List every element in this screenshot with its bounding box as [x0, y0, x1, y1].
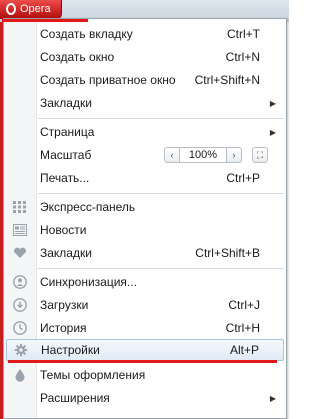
menu-item-shortcut: Ctrl+H — [225, 321, 260, 335]
menu-item-shortcut: Ctrl+J — [228, 298, 260, 312]
menu-item-page[interactable]: Страница ▶ — [4, 121, 286, 143]
news-icon — [12, 222, 28, 238]
menu-item-bookmarks[interactable]: Закладки Ctrl+Shift+B — [4, 242, 286, 264]
zoom-in-button[interactable]: › — [226, 147, 242, 163]
menu-item-label: Настройки — [41, 343, 100, 357]
fullscreen-button[interactable]: ⛶ — [252, 147, 268, 163]
grid-icon — [12, 199, 28, 215]
menu-item-label: Расширения — [40, 391, 110, 405]
submenu-arrow-icon: ▶ — [269, 393, 276, 403]
menu-item-shortcut: Ctrl+P — [226, 171, 260, 185]
menu-item-label: Страница — [40, 125, 95, 139]
menu-item-bookmarks-submenu[interactable]: Закладки ▶ — [4, 92, 286, 114]
menu-separator — [38, 268, 284, 269]
menu-item-themes[interactable]: Темы оформления — [4, 364, 286, 386]
user-icon — [12, 274, 28, 290]
submenu-arrow-icon: ▶ — [269, 98, 276, 108]
menu-item-shortcut: Alt+P — [229, 343, 259, 357]
menu-item-label: Новости — [40, 223, 87, 237]
menu-item-shortcut: Ctrl+Shift+N — [194, 73, 260, 87]
menu-item-label: Экспресс-панель — [40, 200, 136, 214]
menu-item-speed-dial[interactable]: Экспресс-панель — [4, 196, 286, 218]
menu-item-shortcut: Ctrl+T — [227, 27, 260, 41]
menu-item-zoom: Масштаб ‹ 100% › ⛶ — [4, 144, 286, 166]
main-menu: Создать вкладку Ctrl+T Создать окно Ctrl… — [3, 18, 287, 419]
puzzle-icon — [12, 390, 28, 406]
menu-item-extensions[interactable]: Расширения ▶ — [4, 387, 286, 409]
menu-item-shortcut: Ctrl+N — [225, 50, 260, 64]
opera-menu-label: Opera — [20, 3, 51, 15]
zoom-stepper: ‹ 100% › — [164, 147, 242, 163]
menu-item-label: Создать вкладку — [40, 27, 133, 41]
menu-separator — [38, 193, 284, 194]
download-icon — [12, 297, 28, 313]
menu-item-new-window[interactable]: Создать окно Ctrl+N — [4, 46, 286, 68]
menu-item-print[interactable]: Печать... Ctrl+P — [4, 167, 286, 189]
clock-icon — [12, 320, 28, 336]
menu-item-label: Масштаб — [40, 148, 92, 162]
menu-item-sync[interactable]: Синхронизация... — [4, 271, 286, 293]
menu-item-label: Синхронизация... — [40, 275, 137, 289]
menu-item-label: Печать... — [40, 171, 90, 185]
highlight-underline-opera — [2, 19, 88, 22]
menu-item-label: Создать окно — [40, 50, 115, 64]
zoom-controls: ‹ 100% › ⛶ — [164, 146, 268, 164]
menu-separator — [38, 118, 284, 119]
menu-item-new-private-window[interactable]: Создать приватное окно Ctrl+Shift+N — [4, 69, 286, 91]
zoom-out-button[interactable]: ‹ — [164, 147, 180, 163]
submenu-arrow-icon: ▶ — [269, 127, 276, 137]
menu-item-label: Загрузки — [40, 298, 89, 312]
menu-item-label: Закладки — [40, 246, 92, 260]
menu-item-history[interactable]: История Ctrl+H — [4, 317, 286, 339]
opera-menu-button[interactable]: Opera — [0, 0, 62, 19]
highlight-underline-settings — [8, 360, 277, 363]
menu-item-label: История — [40, 321, 87, 335]
menu-item-new-tab[interactable]: Создать вкладку Ctrl+T — [4, 23, 286, 45]
opera-logo-icon — [6, 3, 16, 15]
menu-item-label: Темы оформления — [40, 368, 146, 382]
menu-item-downloads[interactable]: Загрузки Ctrl+J — [4, 294, 286, 316]
menu-item-news[interactable]: Новости — [4, 219, 286, 241]
zoom-value: 100% — [180, 147, 226, 163]
menu-item-label: Создать приватное окно — [40, 73, 176, 87]
drop-icon — [12, 367, 28, 383]
menu-item-settings[interactable]: Настройки Alt+P — [6, 339, 284, 361]
menu-item-shortcut: Ctrl+Shift+B — [195, 246, 260, 260]
menu-item-label: Закладки — [40, 96, 92, 110]
gear-icon — [13, 342, 29, 358]
heart-icon — [12, 245, 28, 261]
